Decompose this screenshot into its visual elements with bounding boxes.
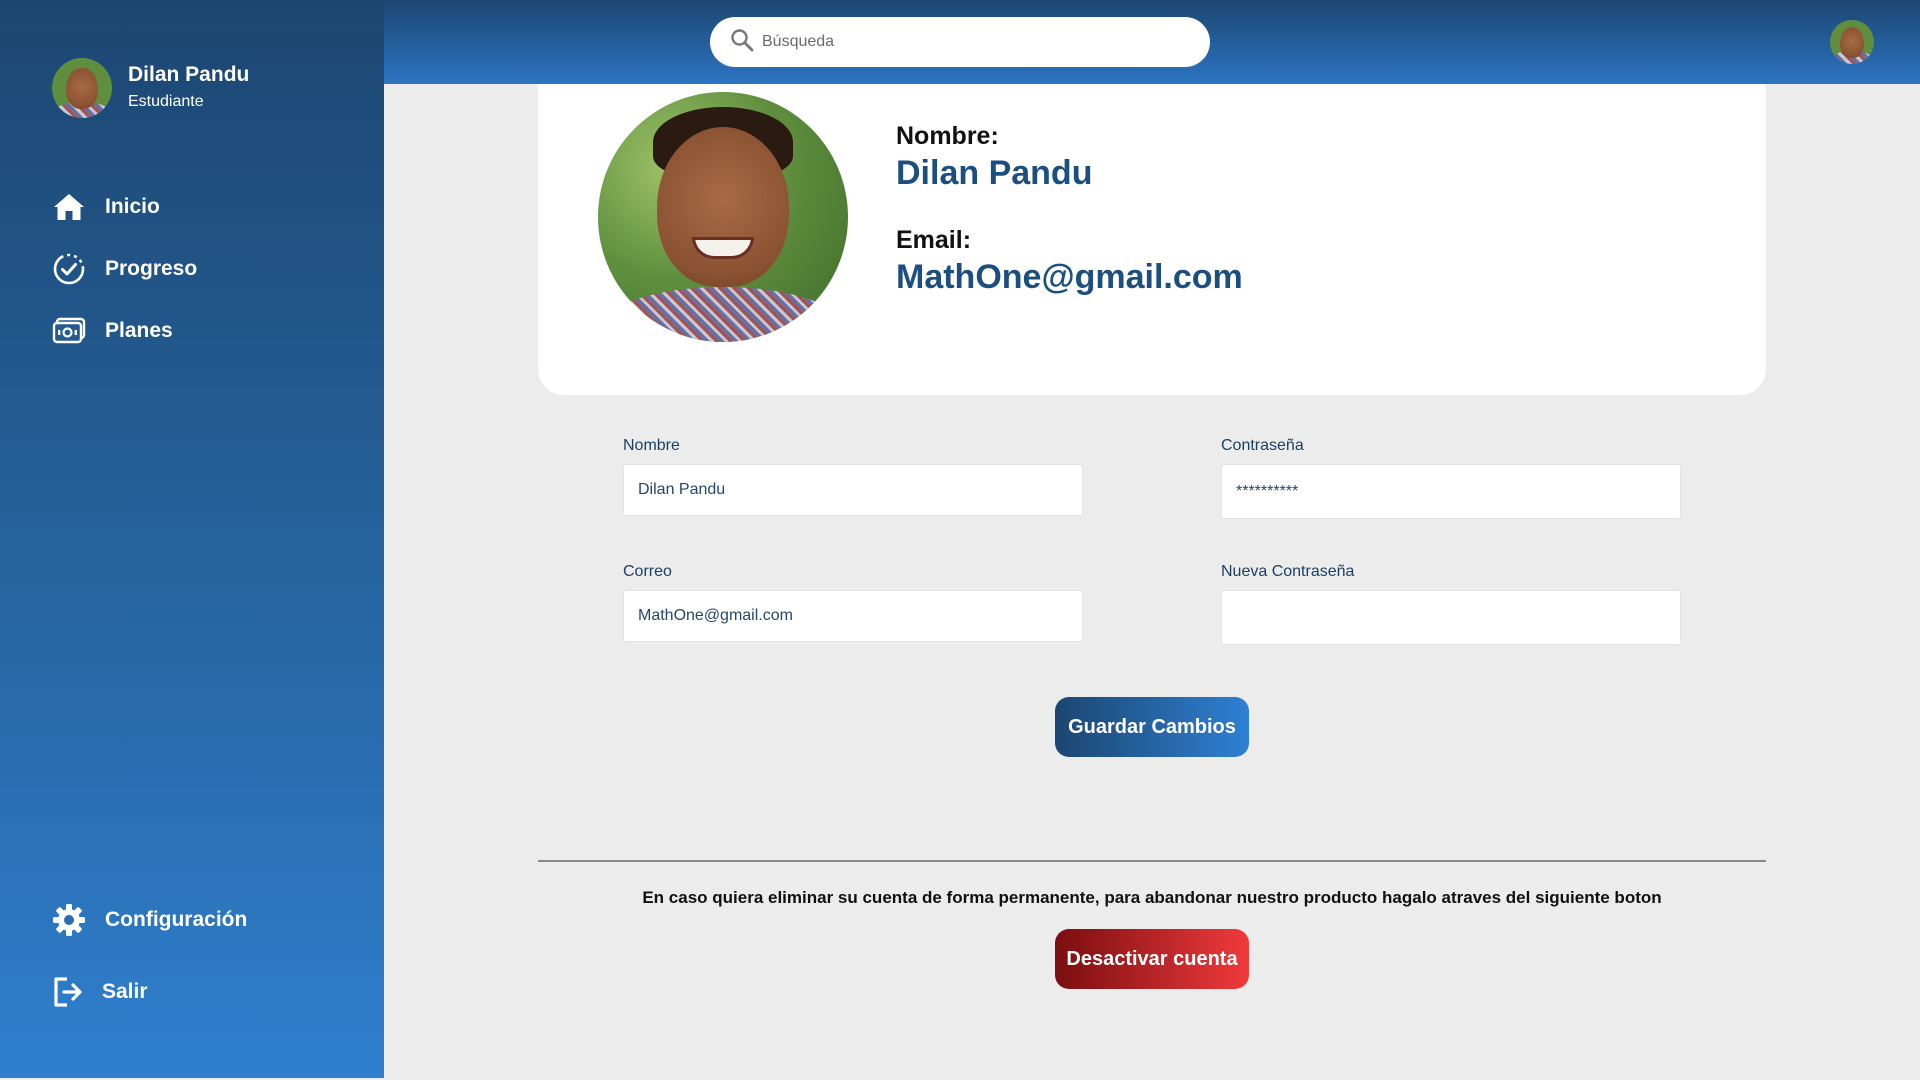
sidebar-item-configuracion[interactable]: Configuración xyxy=(52,884,247,956)
home-icon xyxy=(52,190,86,224)
contrasena-input[interactable] xyxy=(1221,464,1681,519)
nombre-input[interactable] xyxy=(623,464,1083,516)
logout-icon xyxy=(52,975,86,1009)
sidebar-item-label: Configuración xyxy=(105,908,248,931)
nombre-field-group: Nombre xyxy=(623,436,1083,516)
deactivate-account-button[interactable]: Desactivar cuenta xyxy=(1055,929,1249,989)
search-input[interactable] xyxy=(762,33,1182,51)
progress-check-icon xyxy=(52,252,86,286)
nueva-contrasena-input[interactable] xyxy=(1221,590,1681,645)
email-value: MathOne@gmail.com xyxy=(896,258,1243,296)
sidebar-bottom-nav: Configuración Salir xyxy=(52,884,247,1028)
sidebar-user-role: Estudiante xyxy=(128,93,204,110)
nueva-contrasena-label: Nueva Contraseña xyxy=(1221,563,1355,580)
sidebar-profile: Dilan Pandu Estudiante xyxy=(52,58,249,118)
correo-label: Correo xyxy=(623,563,672,580)
search-bar[interactable] xyxy=(710,17,1210,67)
sidebar-nav: Inicio Progreso Planes xyxy=(52,176,197,362)
sidebar-item-progreso[interactable]: Progreso xyxy=(52,238,197,300)
sidebar-item-label: Planes xyxy=(105,319,173,342)
email-label: Email: xyxy=(896,226,972,254)
sidebar-user-name: Dilan Pandu xyxy=(128,63,250,86)
money-bill-icon xyxy=(52,314,86,348)
sidebar-item-inicio[interactable]: Inicio xyxy=(52,176,197,238)
divider xyxy=(538,860,1766,862)
sidebar: Dilan Pandu Estudiante Inicio Progreso P… xyxy=(0,0,384,1078)
profile-info: Nombre: Dilan Pandu Email: MathOne@gmail… xyxy=(896,120,1243,298)
correo-input[interactable] xyxy=(623,590,1083,642)
user-avatar-button[interactable] xyxy=(1830,20,1874,64)
nueva-contrasena-field-group: Nueva Contraseña xyxy=(1221,562,1681,645)
profile-card: Nombre: Dilan Pandu Email: MathOne@gmail… xyxy=(538,84,1766,395)
nombre-label: Nombre xyxy=(623,437,680,454)
sidebar-item-planes[interactable]: Planes xyxy=(52,300,197,362)
profile-photo xyxy=(598,92,848,342)
search-icon xyxy=(730,28,754,57)
top-bar xyxy=(384,0,1920,84)
delete-account-warning: En caso quiera eliminar su cuenta de for… xyxy=(642,888,1662,907)
sidebar-item-label: Inicio xyxy=(105,195,160,218)
sidebar-item-label: Progreso xyxy=(105,257,198,280)
sidebar-item-salir[interactable]: Salir xyxy=(52,956,247,1028)
name-label: Nombre: xyxy=(896,122,999,150)
contrasena-label: Contraseña xyxy=(1221,437,1304,454)
avatar xyxy=(52,58,112,118)
sidebar-item-label: Salir xyxy=(102,980,148,1003)
contrasena-field-group: Contraseña xyxy=(1221,436,1681,519)
gear-icon xyxy=(52,903,86,937)
save-changes-button[interactable]: Guardar Cambios xyxy=(1055,697,1249,757)
correo-field-group: Correo xyxy=(623,562,1083,642)
name-value: Dilan Pandu xyxy=(896,154,1093,192)
